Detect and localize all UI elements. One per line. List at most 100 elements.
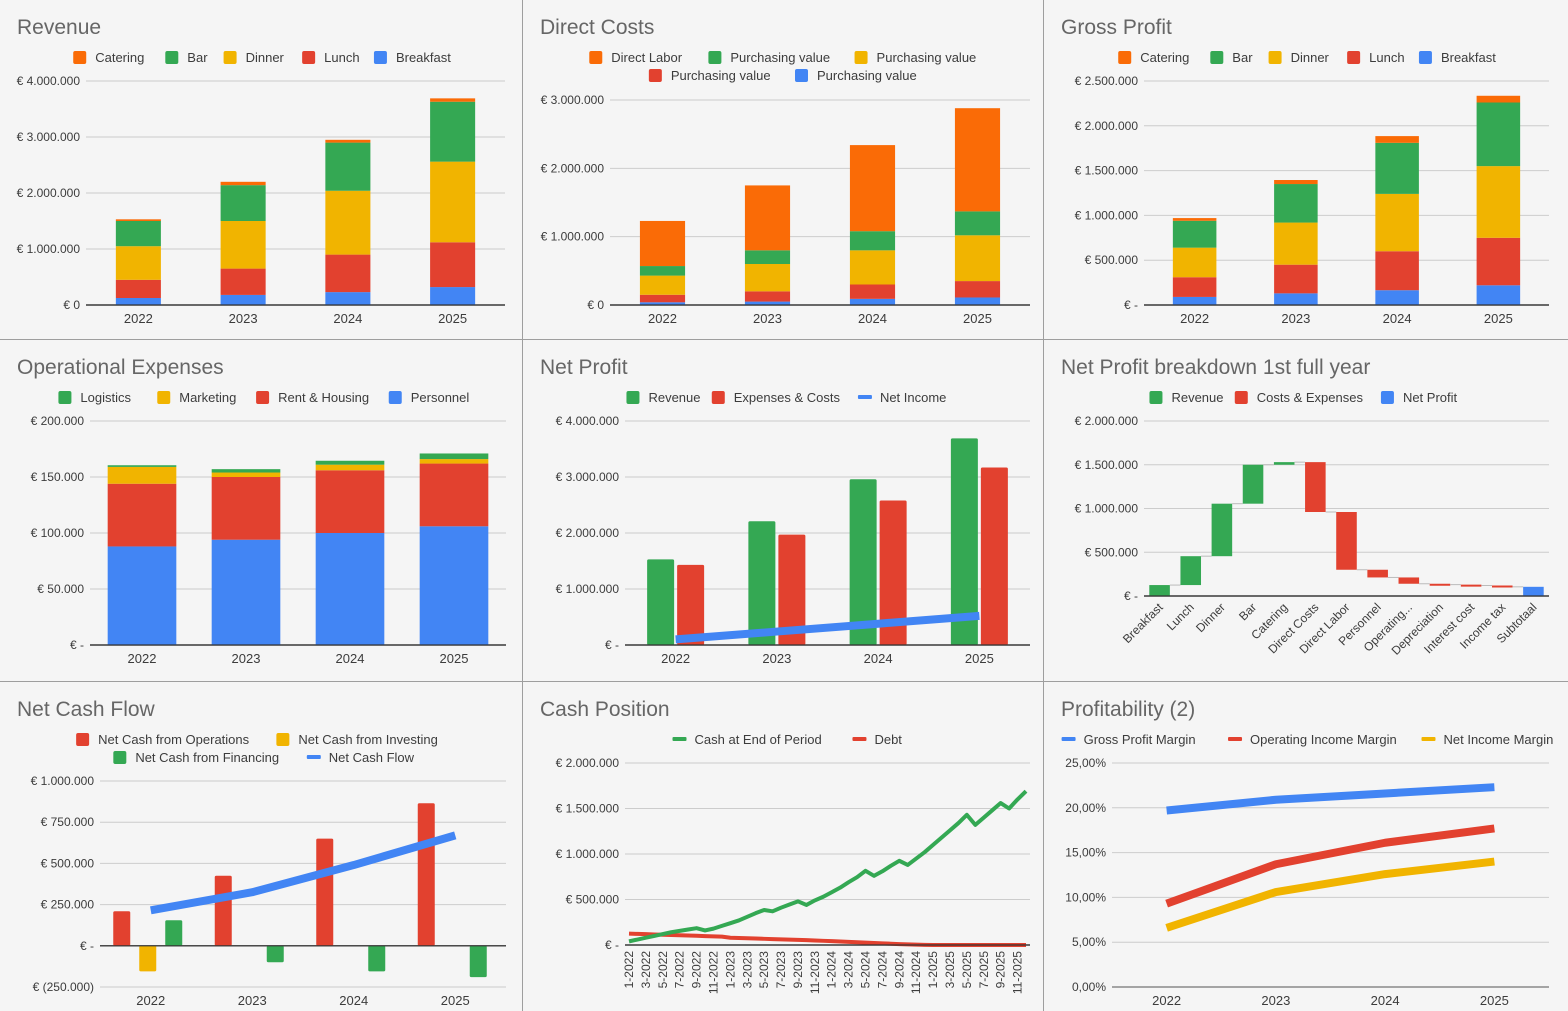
y-tick-label: € 2.000.000 (1075, 119, 1139, 133)
bar (469, 945, 487, 978)
bar-segment (211, 539, 281, 645)
bar-segment (1172, 247, 1217, 278)
legend-swatch (1268, 51, 1282, 64)
y-tick-label: € 500.000 (41, 856, 95, 870)
bar-segment (211, 469, 281, 473)
legend-swatch (1421, 737, 1436, 741)
bar-segment (849, 250, 896, 285)
waterfall-bar (1305, 462, 1326, 512)
legend-swatch (223, 51, 237, 64)
bar-segment (1274, 180, 1318, 185)
legend-item: Costs & Expenses (1234, 390, 1363, 405)
x-tick-label: 2022 (124, 311, 153, 326)
bar-segment (849, 145, 896, 232)
bar-segment (954, 297, 1001, 305)
bar-segment (419, 463, 489, 527)
bar-segment (220, 294, 266, 305)
bar-segment (115, 221, 161, 247)
bar-segment (1375, 251, 1419, 291)
legend-label: Breakfast (396, 50, 451, 65)
bar-segment (220, 221, 266, 269)
legend-label: Purchasing value (817, 68, 917, 83)
x-tick-label: 2023 (229, 311, 258, 326)
y-tick-label: 20,00% (1065, 801, 1106, 815)
net-profit-breakdown-chart: Net Profit breakdown 1st full year Revenu… (1061, 356, 1549, 658)
legend-label: Cash at End of Period (695, 732, 822, 747)
cash-position-chart: Cash Position Cash at End of Period Debt € … (540, 698, 1030, 994)
divider (522, 0, 523, 1011)
x-tick-label: 2023 (238, 993, 267, 1008)
waterfall-bar (1523, 586, 1544, 596)
legend-swatch (708, 51, 722, 64)
legend-label: Net Profit (1403, 390, 1458, 405)
legend-swatch (672, 737, 687, 741)
legend-swatch (373, 51, 387, 64)
divider (0, 339, 1568, 340)
waterfall-bar (1398, 577, 1420, 584)
chart-title: Operational Expenses (17, 356, 224, 379)
legend-swatch (76, 733, 90, 746)
y-tick-label: € 500.000 (1085, 545, 1139, 559)
bar-segment (639, 294, 686, 303)
x-tick-label: 2025 (963, 311, 992, 326)
y-tick-label: € 3.000.000 (17, 130, 81, 144)
x-tick-label: 1-2025 (926, 951, 940, 989)
bar (266, 945, 284, 963)
y-tick-label: € 500.000 (566, 893, 620, 907)
legend-swatch (626, 391, 640, 404)
profitability-chart: Profitability (2) Gross Profit Margin Oper… (1061, 698, 1553, 1008)
legend-swatch (795, 69, 808, 82)
legend-item: Revenue (1149, 390, 1224, 405)
x-tick-label: 11-2022 (706, 951, 720, 994)
y-tick-label: € - (1124, 298, 1138, 312)
bar-segment (1476, 285, 1521, 305)
legend-label: Purchasing value (877, 50, 977, 65)
panel-revenue: Revenue Catering Bar Dinner Lunch Breakfast € … (0, 0, 522, 339)
bar (214, 875, 232, 946)
bar-segment (639, 220, 686, 267)
bar (748, 521, 776, 645)
x-tick-label: 2024 (864, 651, 893, 666)
bar-segment (744, 264, 791, 292)
bar (113, 911, 131, 946)
legend-item: Net Cash from Financing (113, 750, 279, 765)
legend-item: Catering (1118, 50, 1189, 65)
legend-item: Dinner (1268, 50, 1330, 65)
bar-segment (849, 298, 896, 305)
bar-segment (1172, 218, 1217, 221)
y-tick-label: € 3.000.000 (556, 470, 620, 484)
waterfall-bar (1367, 569, 1388, 578)
x-tick-label: 7-2022 (673, 951, 687, 989)
legend-swatch (276, 733, 290, 746)
legend-swatch (113, 751, 127, 764)
legend-item: Bar (1210, 50, 1253, 65)
x-tick-label: 5-2024 (859, 951, 873, 989)
bar-segment (744, 250, 791, 264)
bar-segment (107, 466, 177, 484)
x-tick-label: 2025 (438, 311, 467, 326)
bar-segment (430, 242, 476, 288)
y-tick-label: € 100.000 (31, 526, 85, 540)
legend-swatch (302, 51, 316, 64)
y-tick-label: € 2.000.000 (541, 161, 605, 175)
legend-item: Lunch (302, 50, 360, 65)
bar-segment (744, 185, 791, 251)
legend-swatch (1210, 51, 1224, 64)
panel-net-profit-breakdown: Net Profit breakdown 1st full year Revenu… (1044, 340, 1568, 681)
x-tick-label: Lunch (1164, 600, 1197, 633)
y-tick-label: € 1.000.000 (556, 847, 620, 861)
legend-item: Dinner (223, 50, 285, 65)
series-line (628, 931, 1026, 947)
legend-item: Purchasing value (708, 50, 830, 65)
bar-segment (325, 254, 371, 293)
y-tick-label: € 1.500.000 (1075, 458, 1139, 472)
x-tick-label: 11-2023 (808, 951, 822, 994)
legend-item: Direct Labor (589, 50, 683, 65)
bar-segment (315, 533, 385, 645)
bar-segment (419, 453, 489, 460)
bar (417, 803, 435, 946)
legend-label: Expenses & Costs (734, 390, 841, 405)
x-tick-label: 5-2022 (656, 951, 670, 989)
chart-title: Net Profit (540, 356, 628, 379)
bar-segment (211, 472, 281, 477)
